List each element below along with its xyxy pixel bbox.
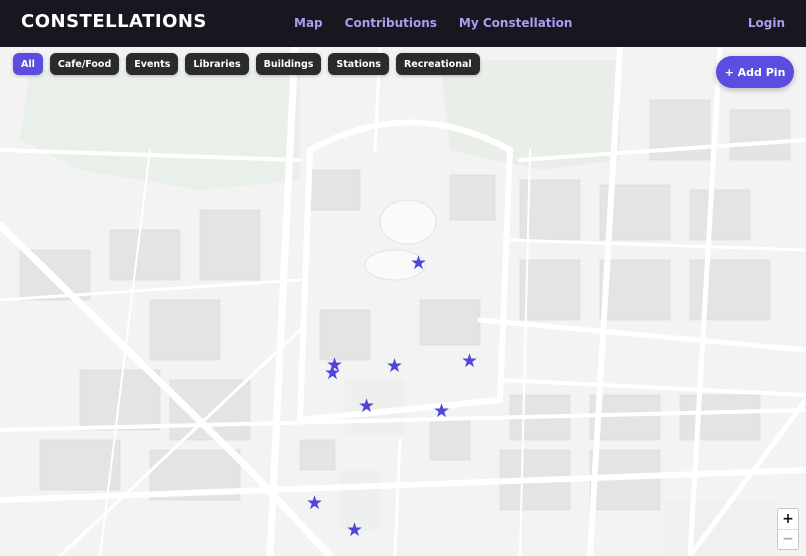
filter-stations[interactable]: Stations: [328, 53, 389, 75]
add-pin-button[interactable]: + Add Pin: [716, 56, 794, 88]
map-pin-star-icon[interactable]: ★: [306, 494, 323, 513]
map-canvas[interactable]: [0, 47, 806, 556]
login-link[interactable]: Login: [748, 16, 785, 30]
filter-cafe-food[interactable]: Cafe/Food: [49, 53, 120, 75]
filter-libraries[interactable]: Libraries: [185, 53, 249, 75]
map-pin-star-icon[interactable]: ★: [324, 364, 341, 383]
filter-buildings[interactable]: Buildings: [255, 53, 322, 75]
zoom-control: + −: [777, 508, 799, 550]
category-filter-bar: All Cafe/Food Events Libraries Buildings…: [13, 53, 480, 75]
top-navbar: CONSTELLATIONS Map Contributions My Cons…: [0, 0, 806, 47]
map-pin-star-icon[interactable]: ★: [358, 397, 375, 416]
filter-all[interactable]: All: [13, 53, 43, 75]
zoom-in-button[interactable]: +: [778, 509, 798, 530]
map-basemap: [0, 47, 806, 556]
map-pin-star-icon[interactable]: ★: [386, 357, 403, 376]
map-pin-star-icon[interactable]: ★: [346, 521, 363, 540]
filter-events[interactable]: Events: [126, 53, 179, 75]
nav-link-map[interactable]: Map: [294, 16, 323, 30]
zoom-out-button[interactable]: −: [778, 530, 798, 550]
nav-links: Map Contributions My Constellation: [294, 16, 572, 30]
map-pin-star-icon[interactable]: ★: [410, 254, 427, 273]
filter-recreational[interactable]: Recreational: [395, 53, 480, 75]
map-pin-star-icon[interactable]: ★: [461, 352, 478, 371]
nav-link-contributions[interactable]: Contributions: [345, 16, 437, 30]
brand-logo[interactable]: CONSTELLATIONS: [21, 11, 207, 32]
nav-link-my-constellation[interactable]: My Constellation: [459, 16, 573, 30]
map-pin-star-icon[interactable]: ★: [433, 402, 450, 421]
